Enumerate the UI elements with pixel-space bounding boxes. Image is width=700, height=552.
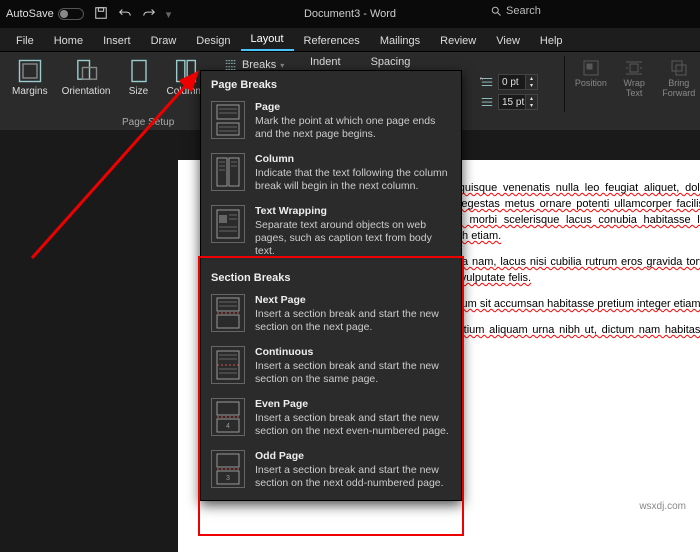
search-box[interactable]: Search [490,5,541,17]
window-title: Document3 - Word [304,8,396,20]
wrap-icon [624,58,644,78]
watermark: wsxdj.com [639,501,686,512]
svg-text:3: 3 [226,475,230,482]
columns-icon [172,58,200,84]
autosave-toggle[interactable]: AutoSave [6,8,84,20]
redo-icon[interactable] [142,6,156,23]
tab-home[interactable]: Home [44,31,93,51]
text-wrap-break-icon [211,205,245,243]
breaks-dropdown: Page Breaks PageMark the point at which … [200,70,462,501]
bring-forward-icon [669,58,689,78]
size-icon [125,58,153,84]
tab-mailings[interactable]: Mailings [370,31,430,51]
tab-design[interactable]: Design [186,31,240,51]
search-icon [490,5,502,17]
title-bar: AutoSave ▾ Document3 - Word Search [0,0,700,28]
spacing-before-icon [480,76,494,88]
section-breaks-header: Section Breaks [201,264,461,288]
orientation-icon [72,58,100,84]
position-button[interactable]: Position [571,56,611,112]
svg-text:4: 4 [226,423,230,430]
size-button[interactable]: Size [119,56,159,99]
break-page[interactable]: PageMark the point at which one page end… [201,95,461,147]
save-icon[interactable] [94,6,108,23]
break-even-page[interactable]: 4 Even PageInsert a section break and st… [201,392,461,444]
bring-forward-button[interactable]: Bring Forward [657,56,700,112]
even-page-break-icon: 4 [211,398,245,436]
next-page-break-icon [211,294,245,332]
spacing-after-icon [480,96,494,108]
spacing-after-input[interactable]: 15 pt▴▾ [498,94,538,110]
break-text-wrapping[interactable]: Text WrappingSeparate text around object… [201,199,461,264]
tab-layout[interactable]: Layout [241,29,294,51]
indent-label: Indent [310,56,341,71]
tab-references[interactable]: References [294,31,370,51]
tab-file[interactable]: File [6,31,44,51]
continuous-break-icon [211,346,245,384]
tab-review[interactable]: Review [430,31,486,51]
tab-view[interactable]: View [486,31,530,51]
page-breaks-header: Page Breaks [201,71,461,95]
margins-button[interactable]: Margins [6,56,54,99]
break-column[interactable]: ColumnIndicate that the text following t… [201,147,461,199]
tab-help[interactable]: Help [530,31,573,51]
margins-icon [16,58,44,84]
wrap-text-button[interactable]: Wrap Text [613,56,656,112]
column-break-icon [211,153,245,191]
break-continuous[interactable]: ContinuousInsert a section break and sta… [201,340,461,392]
undo-icon[interactable] [118,6,132,23]
odd-page-break-icon: 3 [211,450,245,488]
tab-insert[interactable]: Insert [93,31,141,51]
orientation-button[interactable]: Orientation [56,56,117,99]
spacing-before-input[interactable]: 0 pt▴▾ [498,74,538,90]
break-odd-page[interactable]: 3 Odd PageInsert a section break and sta… [201,444,461,496]
break-next-page[interactable]: Next PageInsert a section break and star… [201,288,461,340]
spacing-label: Spacing [371,56,411,71]
page-break-icon [211,101,245,139]
ribbon-tabs: File Home Insert Draw Design Layout Refe… [0,28,700,52]
position-icon [581,58,601,78]
page-setup-group-label: Page Setup [122,117,174,130]
tab-draw[interactable]: Draw [141,31,187,51]
